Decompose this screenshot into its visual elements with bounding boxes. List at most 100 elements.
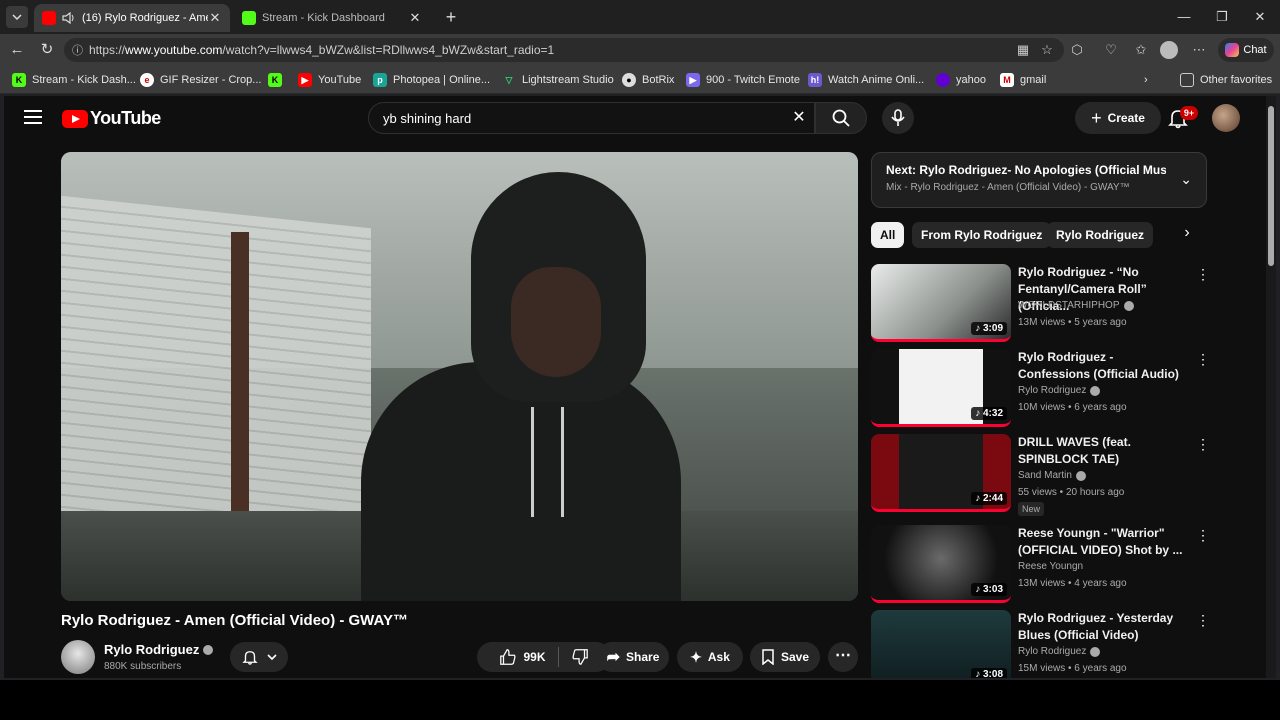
video-thumbnail[interactable]: ♪ 3:08 [871, 610, 1011, 678]
bookmark-gmail[interactable]: Mgmail [1000, 72, 1046, 88]
create-button[interactable]: + Create [1075, 102, 1161, 134]
recommendation-title[interactable]: DRILL WAVES (feat. SPINBLOCK TAE) [1018, 434, 1188, 468]
folder-icon [1180, 73, 1194, 87]
speaker-icon[interactable] [62, 12, 76, 24]
chip-all[interactable]: All [871, 222, 905, 248]
bookmark-gif-resizer[interactable]: e GIF Resizer - Crop... [140, 72, 261, 88]
address-bar[interactable]: ⓘ https://www.youtube.com/watch?v=llwws4… [64, 38, 1064, 62]
recommendation-channel[interactable]: Sand Martin [1018, 470, 1086, 481]
extensions-icon[interactable]: ⬡ [1066, 39, 1088, 61]
channel-name[interactable]: Rylo Rodriguez [104, 642, 214, 657]
bookmark-botrix[interactable]: ● BotRix [622, 72, 674, 88]
chevron-down-icon [12, 14, 22, 21]
recommendation-item[interactable]: ♪ 3:09 Rylo Rodriguez - “No Fentanyl/Cam… [871, 264, 1210, 344]
next-up-panel[interactable]: Next: Rylo Rodriguez- No Apologies (Offi… [871, 152, 1207, 208]
bookmark-watch-anime[interactable]: h! Watch Anime Onli... [808, 72, 924, 88]
recommendation-title[interactable]: Reese Youngn - "Warrior" (OFFICIAL VIDEO… [1018, 525, 1188, 559]
recommendation-item[interactable]: ♪ 3:03 Reese Youngn - "Warrior" (OFFICIA… [871, 525, 1210, 605]
recommendation-item[interactable]: ♪ 2:44 DRILL WAVES (feat. SPINBLOCK TAE)… [871, 434, 1210, 516]
recommendation-meta: 13M views • 5 years ago [1018, 317, 1127, 328]
account-avatar[interactable] [1212, 104, 1240, 132]
recommendation-channel[interactable]: Rylo Rodriguez [1018, 385, 1101, 396]
subscriber-count: 880K subscribers [104, 661, 182, 672]
profile-icon[interactable] [1158, 39, 1180, 61]
close-tab-icon[interactable]: ✕ [208, 10, 222, 26]
maximize-button[interactable]: ❐ [1210, 6, 1234, 28]
thumbs-down-icon[interactable] [571, 648, 589, 666]
menu-icon[interactable] [24, 110, 42, 126]
video-thumbnail[interactable]: ♪ 3:03 [871, 525, 1011, 603]
recommendation-title[interactable]: Rylo Rodriguez - Yesterday Blues (Offici… [1018, 610, 1188, 644]
channel-text: Rylo Rodriguez [1018, 646, 1087, 657]
channel-text: WORLDSTARHIPHOP [1018, 300, 1120, 311]
more-actions-button[interactable]: ⋯ [828, 642, 858, 672]
minimize-button[interactable]: — [1172, 6, 1196, 28]
close-window-button[interactable]: ✕ [1248, 6, 1272, 28]
recommendation-title[interactable]: Rylo Rodriguez - Confessions (Official A… [1018, 349, 1188, 383]
ask-label: Ask [707, 650, 730, 664]
more-options-icon[interactable]: ⋮ [1196, 612, 1210, 629]
video-title: Rylo Rodriguez - Amen (Official Video) -… [61, 612, 408, 629]
bookmark-kick-dashboard[interactable]: K Stream - Kick Dash... [12, 72, 136, 88]
bookmarks-bar: K Stream - Kick Dash... e GIF Resizer - Cr… [0, 66, 1280, 94]
bookmark-kick[interactable]: K [268, 72, 288, 88]
refresh-icon[interactable]: ↻ [36, 39, 58, 61]
more-options-icon[interactable]: ⋮ [1196, 436, 1210, 453]
recommendation-channel[interactable]: Rylo Rodriguez [1018, 646, 1101, 657]
channel-avatar[interactable] [61, 640, 95, 674]
duration-badge: ♪ 4:32 [971, 407, 1007, 420]
site-info-icon[interactable]: ⓘ [72, 42, 83, 58]
tab-title: Stream - Kick Dashboard [262, 12, 385, 24]
tab-actions-menu[interactable] [6, 6, 28, 28]
copilot-chat-button[interactable]: Chat [1218, 38, 1274, 62]
chips-next-chevron-icon[interactable]: › [1177, 224, 1197, 242]
bookmark-twitch-emote[interactable]: ▶ 900 - Twitch Emote [686, 72, 800, 88]
subscribed-notifications-button[interactable] [230, 642, 288, 672]
search-input[interactable]: yb shining hard ✕ [368, 102, 815, 134]
clear-search-icon[interactable]: ✕ [788, 107, 810, 127]
save-button[interactable]: Save [750, 642, 820, 672]
more-options-icon[interactable]: ⋮ [1196, 351, 1210, 368]
bookmark-yahoo[interactable]: yahoo [936, 72, 986, 88]
youtube-logo[interactable]: YouTube [62, 108, 161, 129]
like-count: 99K [523, 650, 546, 664]
recommendation-item[interactable]: ♪ 4:32 Rylo Rodriguez - Confessions (Off… [871, 349, 1210, 429]
page-scrollbar[interactable] [1266, 96, 1276, 678]
tab-kick-dashboard[interactable]: Stream - Kick Dashboard ✕ [234, 4, 430, 32]
browser-essentials-icon[interactable]: ♡ [1100, 39, 1122, 61]
tab-youtube[interactable]: (16) Rylo Rodriguez - Amen ( ✕ [34, 4, 230, 32]
bookmarks-overflow-chevron-icon[interactable]: › [1144, 72, 1148, 88]
close-tab-icon[interactable]: ✕ [408, 10, 422, 26]
chip-from-channel[interactable]: From Rylo Rodriguez [912, 222, 1052, 248]
recommendation-channel[interactable]: Reese Youngn [1018, 561, 1083, 572]
recommendation-item[interactable]: ♪ 3:08 Rylo Rodriguez - Yesterday Blues … [871, 610, 1210, 678]
video-thumbnail[interactable]: ♪ 4:32 [871, 349, 1011, 427]
voice-search-button[interactable] [882, 102, 914, 134]
music-note-icon: ♪ [975, 669, 983, 678]
recommendation-channel[interactable]: WORLDSTARHIPHOP [1018, 300, 1134, 311]
like-button[interactable]: 99K [499, 648, 546, 666]
settings-more-icon[interactable]: ⋯ [1188, 39, 1210, 61]
video-thumbnail[interactable]: ♪ 3:09 [871, 264, 1011, 342]
chip-rylo-rodriguez[interactable]: Rylo Rodriguez [1047, 222, 1154, 248]
video-thumbnail[interactable]: ♪ 2:44 [871, 434, 1011, 512]
chevron-down-icon[interactable]: ⌄ [1180, 171, 1192, 188]
bookmark-lightstream[interactable]: ▽ Lightstream Studio [502, 72, 614, 88]
new-tab-button[interactable]: + [440, 6, 462, 28]
other-favorites-folder[interactable]: Other favorites [1180, 72, 1272, 88]
more-options-icon[interactable]: ⋮ [1196, 266, 1210, 283]
duration-text: 4:32 [982, 408, 1003, 419]
video-player[interactable] [61, 152, 858, 601]
bookmark-photopea[interactable]: p Photopea | Online... [373, 72, 490, 88]
ask-button[interactable]: ✦ Ask [677, 642, 743, 672]
more-options-icon[interactable]: ⋮ [1196, 527, 1210, 544]
favorite-star-icon[interactable]: ☆ [1036, 39, 1058, 61]
search-button[interactable] [815, 102, 867, 134]
scrollbar-thumb[interactable] [1268, 106, 1274, 266]
favorites-icon[interactable]: ✩ [1130, 39, 1152, 61]
share-button[interactable]: ➦ Share [597, 642, 669, 672]
music-note-icon: ♪ [975, 493, 983, 504]
bookmark-youtube[interactable]: ▶ YouTube [298, 72, 361, 88]
app-available-icon[interactable]: ▦ [1012, 39, 1034, 61]
back-arrow-icon[interactable]: ← [6, 39, 28, 61]
